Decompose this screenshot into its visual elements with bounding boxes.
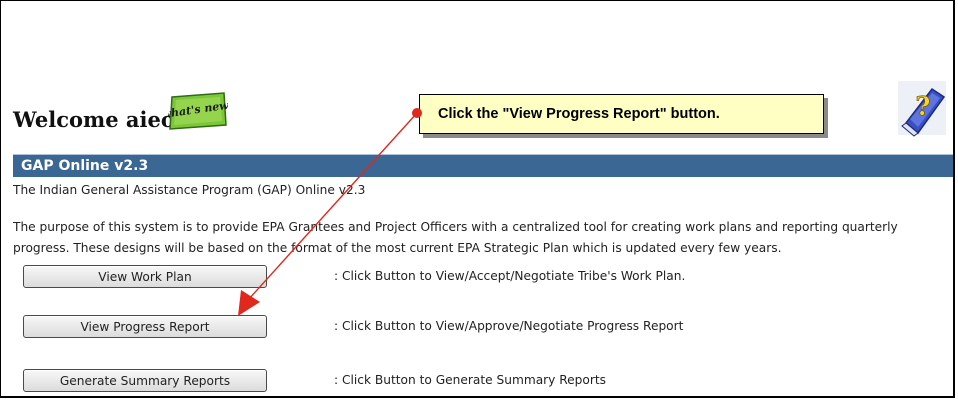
app-frame: Welcome aieo1 what's new! Click the "Vie… bbox=[0, 0, 955, 398]
generate-summary-reports-button[interactable]: Generate Summary Reports bbox=[23, 369, 267, 392]
panel-title: GAP Online v2.3 bbox=[13, 154, 953, 177]
generate-summary-reports-description: : Click Button to Generate Summary Repor… bbox=[334, 373, 607, 387]
instruction-callout: Click the "View Progress Report" button. bbox=[419, 94, 824, 134]
whats-new-badge[interactable]: what's new! bbox=[168, 91, 228, 131]
help-book-icon[interactable]: ? bbox=[896, 79, 948, 137]
intro-text: The Indian General Assistance Program (G… bbox=[13, 183, 366, 197]
view-work-plan-description: : Click Button to View/Accept/Negotiate … bbox=[334, 269, 686, 283]
callout-text: Click the "View Progress Report" button. bbox=[438, 106, 720, 122]
svg-text:?: ? bbox=[915, 92, 930, 122]
purpose-text: The purpose of this system is to provide… bbox=[13, 220, 898, 255]
view-work-plan-button[interactable]: View Work Plan bbox=[23, 265, 267, 288]
view-progress-report-description: : Click Button to View/Approve/Negotiate… bbox=[334, 319, 684, 333]
view-progress-report-button[interactable]: View Progress Report bbox=[23, 315, 267, 338]
welcome-heading: Welcome aieo1 bbox=[13, 107, 190, 132]
